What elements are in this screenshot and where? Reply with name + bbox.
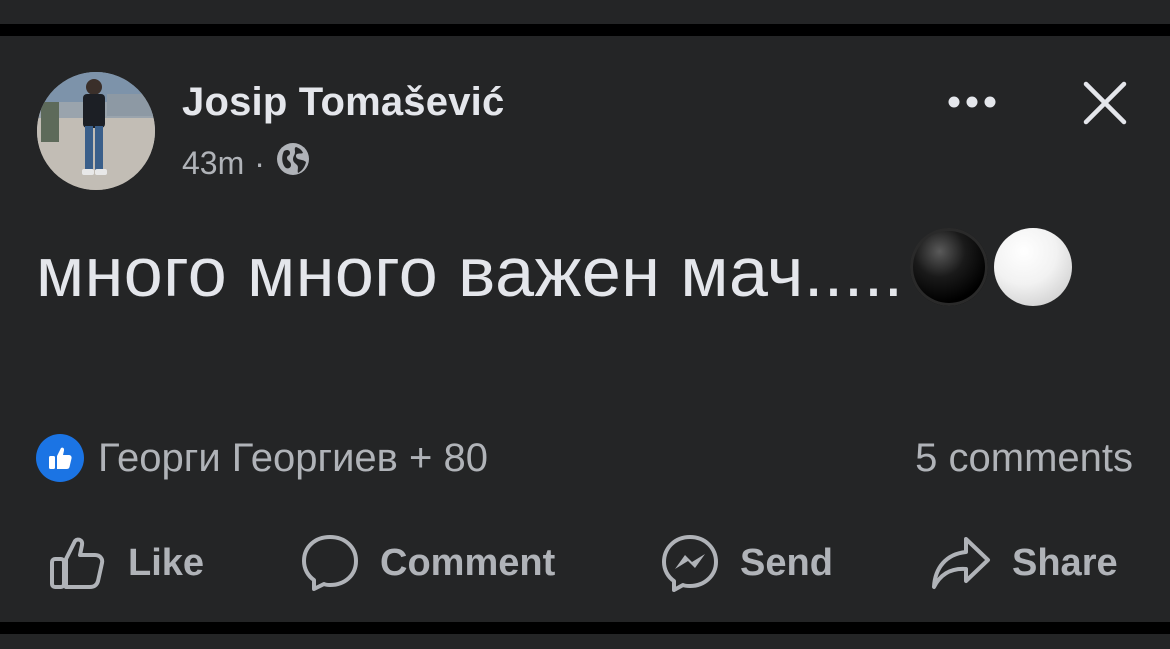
like-button[interactable]: Like	[48, 530, 204, 596]
post-text: много много важен мач.....	[36, 233, 904, 311]
author-name[interactable]: Josip Tomašević	[182, 80, 504, 125]
post-actions-bar: Like Comment Send Share	[0, 530, 1170, 596]
post-body: много много важен мач.....	[36, 226, 1126, 318]
messenger-icon	[662, 535, 718, 592]
share-icon	[932, 537, 990, 589]
send-button[interactable]: Send	[660, 530, 833, 596]
close-button[interactable]	[1078, 76, 1132, 130]
post-time[interactable]: 43m	[182, 145, 244, 182]
comment-button[interactable]: Comment	[300, 530, 555, 596]
like-badge-icon	[36, 434, 84, 482]
post-meta: 43m ·	[182, 142, 311, 184]
meta-separator: ·	[254, 144, 265, 181]
comment-icon	[302, 535, 358, 591]
next-post-edge	[0, 634, 1170, 649]
globe-icon[interactable]	[275, 141, 311, 185]
more-horizontal-icon	[948, 96, 996, 108]
white-circle-emoji	[993, 228, 1072, 306]
thumbs-up-icon	[50, 537, 105, 589]
black-circle-emoji	[909, 228, 988, 306]
comments-count[interactable]: 5 comments	[915, 434, 1133, 482]
previous-post-edge	[0, 0, 1170, 24]
share-label: Share	[1012, 541, 1118, 584]
send-label: Send	[740, 541, 833, 584]
more-options-button[interactable]	[940, 80, 1004, 124]
reactions-summary[interactable]: Георги Георгиев + 80	[36, 434, 488, 482]
close-icon	[1083, 81, 1127, 125]
author-avatar[interactable]	[37, 72, 155, 190]
reactions-text: Георги Георгиев + 80	[98, 435, 488, 480]
avatar-photo	[37, 72, 155, 190]
share-button[interactable]: Share	[930, 530, 1118, 596]
comment-label: Comment	[380, 541, 556, 584]
like-label: Like	[128, 541, 205, 584]
